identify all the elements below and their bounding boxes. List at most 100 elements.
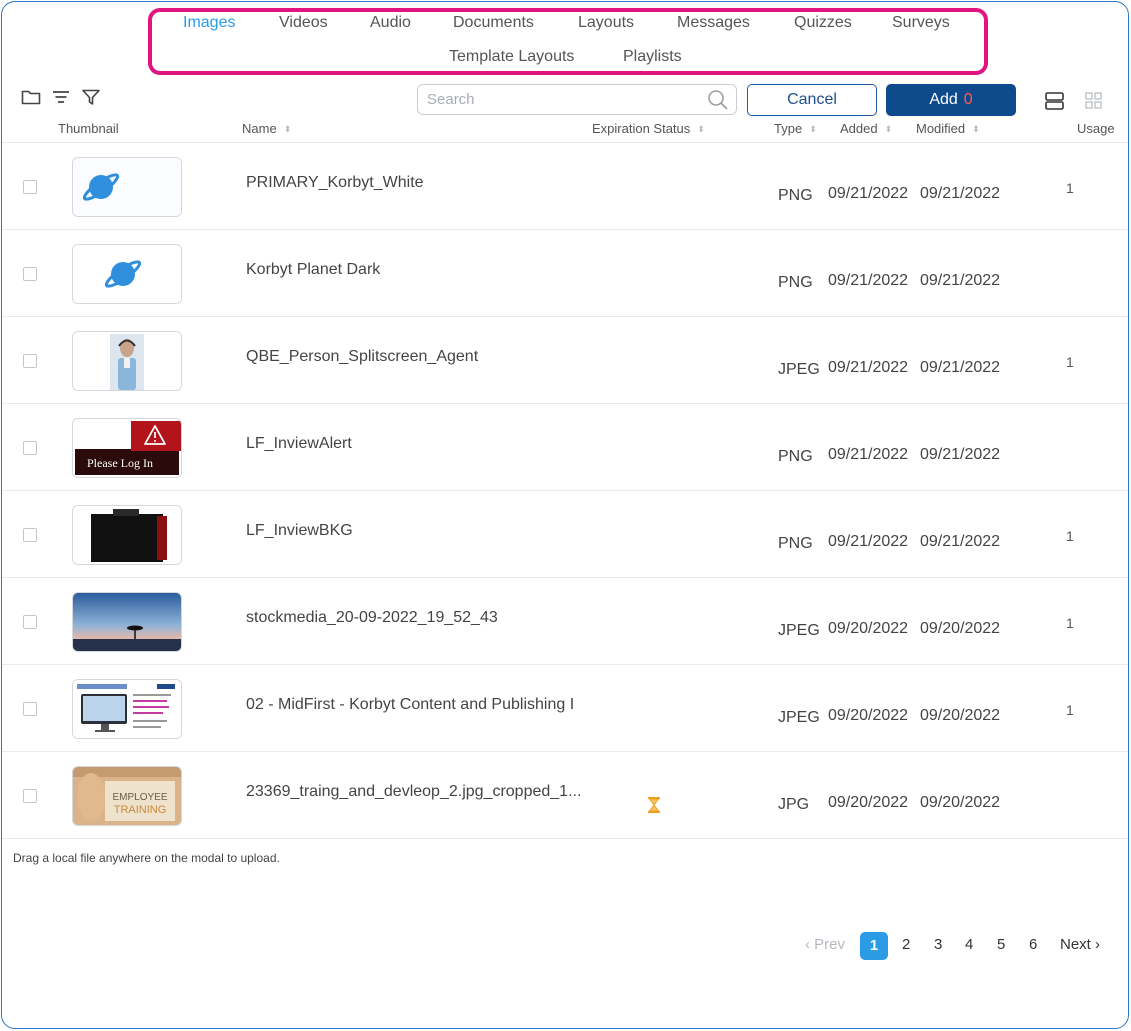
- sort-icon[interactable]: ⬍: [697, 124, 705, 134]
- media-added: 09/21/2022: [828, 272, 909, 289]
- pagination-page[interactable]: 4: [965, 936, 973, 953]
- row-checkbox[interactable]: [23, 354, 37, 368]
- media-type: JPEG: [778, 709, 820, 726]
- list-view-icon[interactable]: [1044, 90, 1066, 112]
- tab-messages[interactable]: Messages: [677, 14, 750, 32]
- media-added: 09/21/2022: [828, 359, 909, 376]
- tab-playlists[interactable]: Playlists: [623, 48, 682, 66]
- thumbnail-image[interactable]: [72, 244, 182, 304]
- tab-surveys[interactable]: Surveys: [892, 14, 950, 32]
- folder-icon[interactable]: [21, 88, 41, 106]
- media-usage: 1: [1066, 702, 1074, 718]
- thumbnail-image[interactable]: [72, 331, 182, 391]
- table-row[interactable]: Korbyt Planet Dark PNG 09/21/2022 09/21/…: [2, 229, 1128, 316]
- media-usage: 1: [1066, 615, 1074, 631]
- column-thumbnail: Thumbnail: [58, 121, 119, 136]
- search-icon[interactable]: [706, 88, 730, 112]
- table-row[interactable]: Please Log In LF_InviewAlert PNG 09/21/2…: [2, 403, 1128, 490]
- media-type: JPEG: [778, 622, 820, 639]
- media-name: PRIMARY_Korbyt_White: [246, 174, 424, 191]
- pagination-page[interactable]: 3: [934, 936, 942, 953]
- tab-videos[interactable]: Videos: [279, 14, 328, 32]
- sort-icon[interactable]: ⬍: [284, 124, 292, 134]
- thumbnail-image[interactable]: [72, 505, 182, 565]
- hourglass-icon: [647, 796, 661, 814]
- pagination-next[interactable]: Next ›: [1060, 936, 1100, 953]
- sort-icon[interactable]: ⬍: [885, 124, 893, 134]
- planet-dark-icon: [73, 245, 181, 303]
- row-checkbox[interactable]: [23, 180, 37, 194]
- media-usage: 1: [1066, 528, 1074, 544]
- media-type: PNG: [778, 274, 813, 291]
- planet-light-icon: [73, 158, 181, 216]
- slide-monitor-image: [73, 680, 181, 738]
- thumbnail-image[interactable]: [72, 592, 182, 652]
- media-type: PNG: [778, 535, 813, 552]
- table-row[interactable]: EMPLOYEE TRAINING 23369_traing_and_devle…: [2, 751, 1128, 838]
- row-checkbox[interactable]: [23, 615, 37, 629]
- row-checkbox[interactable]: [23, 702, 37, 716]
- thumbnail-image[interactable]: [72, 157, 182, 217]
- table-row[interactable]: stockmedia_20-09-2022_19_52_43 JPEG 09/2…: [2, 577, 1128, 664]
- thumbnail-image[interactable]: EMPLOYEE TRAINING: [72, 766, 182, 826]
- table-row[interactable]: 02 - MidFirst - Korbyt Content and Publi…: [2, 664, 1128, 751]
- pagination-page[interactable]: 6: [1029, 936, 1037, 953]
- sunset-tree-image: [73, 593, 181, 651]
- grid-view-icon[interactable]: [1083, 90, 1105, 112]
- add-count-badge: 0: [963, 91, 973, 108]
- media-modified: 09/21/2022: [920, 185, 1001, 202]
- media-added: 09/21/2022: [828, 446, 909, 463]
- row-checkbox[interactable]: [23, 441, 37, 455]
- add-button[interactable]: Add 0: [886, 84, 1016, 116]
- thumb-text-line-2: TRAINING: [114, 804, 167, 816]
- column-added[interactable]: Added ⬍: [840, 121, 892, 136]
- tab-audio[interactable]: Audio: [370, 14, 411, 32]
- sort-icon[interactable]: ⬍: [809, 124, 817, 134]
- table-row[interactable]: QBE_Person_Splitscreen_Agent JPEG 09/21/…: [2, 316, 1128, 403]
- media-usage: 1: [1066, 180, 1074, 196]
- thumbnail-image[interactable]: Please Log In: [72, 418, 182, 478]
- column-modified-label: Modified: [916, 121, 966, 136]
- media-library-modal: Images Videos Audio Documents Layouts Me…: [1, 1, 1129, 1029]
- row-checkbox[interactable]: [23, 789, 37, 803]
- column-usage: Usage: [1077, 121, 1115, 136]
- tab-documents[interactable]: Documents: [453, 14, 534, 32]
- sort-lines-icon[interactable]: [51, 88, 71, 106]
- tab-images[interactable]: Images: [183, 14, 235, 32]
- thumbnail-image[interactable]: [72, 679, 182, 739]
- tab-layouts[interactable]: Layouts: [578, 14, 634, 32]
- search-box: [417, 84, 737, 115]
- drag-upload-hint: Drag a local file anywhere on the modal …: [13, 851, 280, 865]
- column-type[interactable]: Type ⬍: [774, 121, 817, 136]
- tab-quizzes[interactable]: Quizzes: [794, 14, 852, 32]
- search-input[interactable]: [418, 85, 698, 114]
- media-name: Korbyt Planet Dark: [246, 261, 381, 278]
- table-row[interactable]: PRIMARY_Korbyt_White PNG 09/21/2022 09/2…: [2, 142, 1128, 229]
- sort-icon[interactable]: ⬍: [972, 124, 980, 134]
- table-row[interactable]: LF_InviewBKG PNG 09/21/2022 09/21/2022 1: [2, 490, 1128, 577]
- black-background-image: [73, 506, 181, 564]
- column-name[interactable]: Name ⬍: [242, 121, 291, 136]
- cancel-button[interactable]: Cancel: [747, 84, 877, 116]
- row-checkbox[interactable]: [23, 267, 37, 281]
- media-added: 09/20/2022: [828, 707, 909, 724]
- pagination-prev[interactable]: ‹ Prev: [805, 936, 845, 953]
- row-checkbox[interactable]: [23, 528, 37, 542]
- table-bottom-divider: [2, 838, 1128, 839]
- pagination-page-current[interactable]: 1: [860, 932, 888, 960]
- filter-icon[interactable]: [81, 88, 101, 106]
- media-modified: 09/20/2022: [920, 620, 1001, 637]
- pagination-page[interactable]: 2: [902, 936, 910, 953]
- employee-training-image: EMPLOYEE TRAINING: [73, 767, 181, 825]
- media-modified: 09/20/2022: [920, 794, 1001, 811]
- media-added: 09/20/2022: [828, 794, 909, 811]
- thumb-text-line-1: EMPLOYEE: [112, 792, 167, 803]
- pagination-page[interactable]: 5: [997, 936, 1005, 953]
- media-modified: 09/20/2022: [920, 707, 1001, 724]
- column-modified[interactable]: Modified ⬍: [916, 121, 980, 136]
- column-expiration[interactable]: Expiration Status ⬍: [592, 121, 705, 136]
- media-name: LF_InviewBKG: [246, 522, 353, 539]
- media-modified: 09/21/2022: [920, 446, 1001, 463]
- tab-template-layouts[interactable]: Template Layouts: [449, 48, 574, 66]
- alert-thumb-text: Please Log In: [87, 456, 153, 470]
